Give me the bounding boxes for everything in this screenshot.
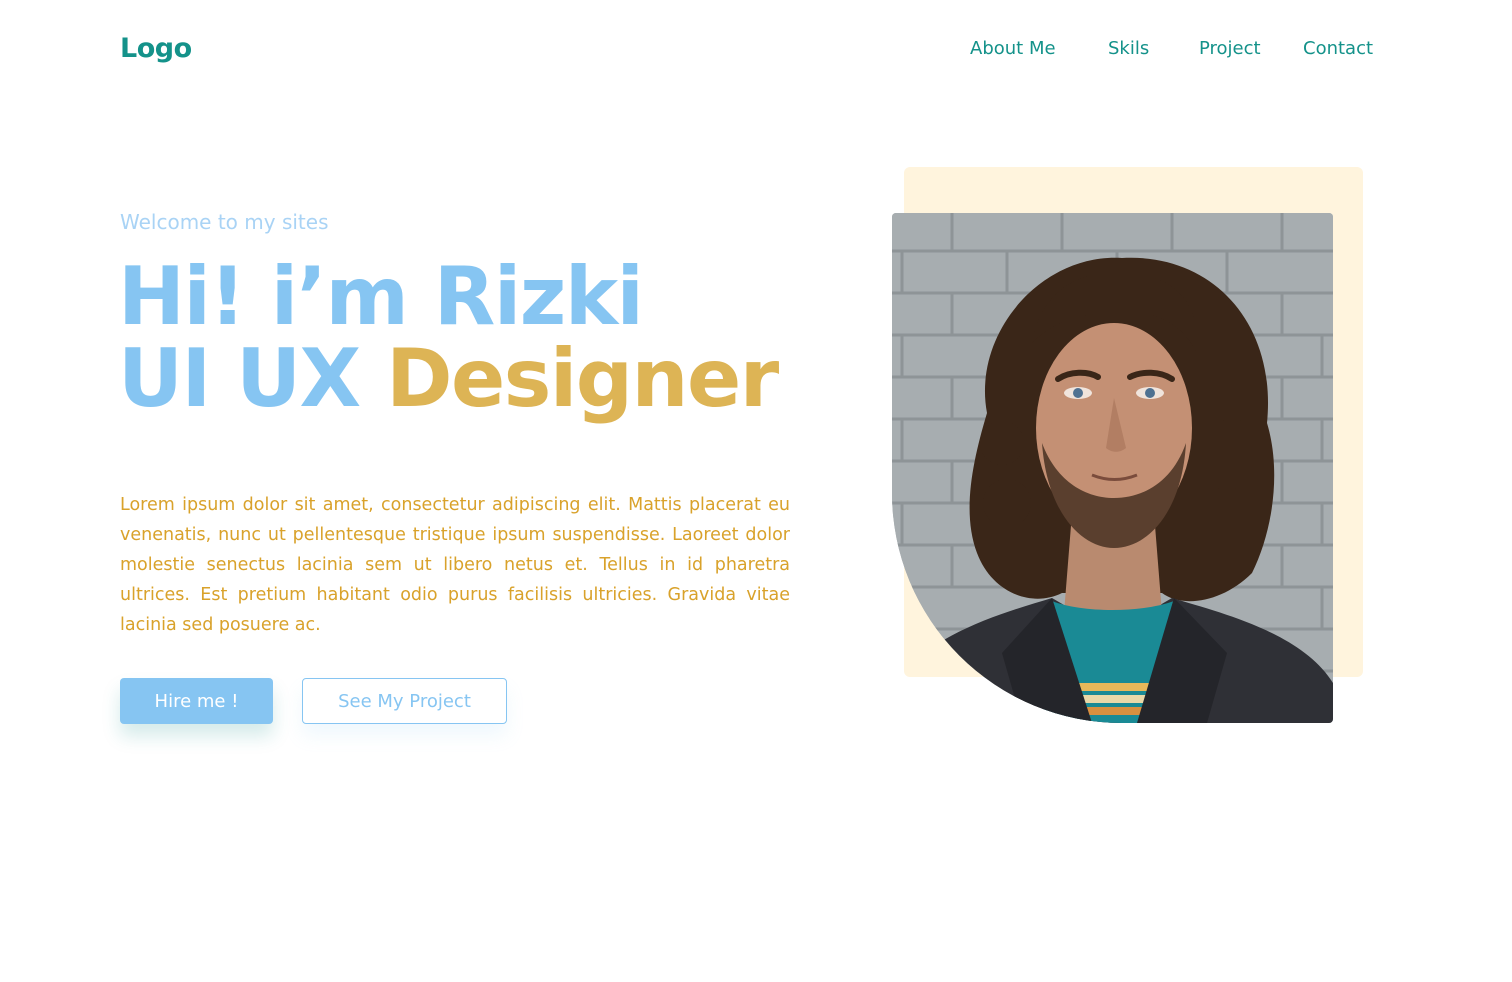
landing-page: Logo About Me Skils Project Contact Welc… [0,0,1512,982]
hero-title: Hi! i’m Rizki UI UX Designer [118,250,779,420]
nav-about-me[interactable]: About Me [970,37,1056,61]
hero-title-designer: Designer [386,332,779,425]
nav-project[interactable]: Project [1199,37,1261,61]
hero-description: Lorem ipsum dolor sit amet, consectetur … [120,495,790,635]
hero-title-role: UI UX [118,332,361,425]
hero-title-line-1: Hi! i’m Rizki [118,250,644,343]
nav-contact[interactable]: Contact [1303,37,1373,61]
portrait-photo [892,213,1333,723]
see-my-project-button[interactable]: See My Project [302,678,507,724]
main-nav: About Me Skils Project Contact [0,37,1512,61]
welcome-text: Welcome to my sites [120,210,329,234]
hire-me-button[interactable]: Hire me ! [120,678,273,724]
hero-title-line-2: UI UX Designer [118,338,779,420]
nav-skills[interactable]: Skils [1108,37,1149,61]
portrait-image [892,213,1333,723]
